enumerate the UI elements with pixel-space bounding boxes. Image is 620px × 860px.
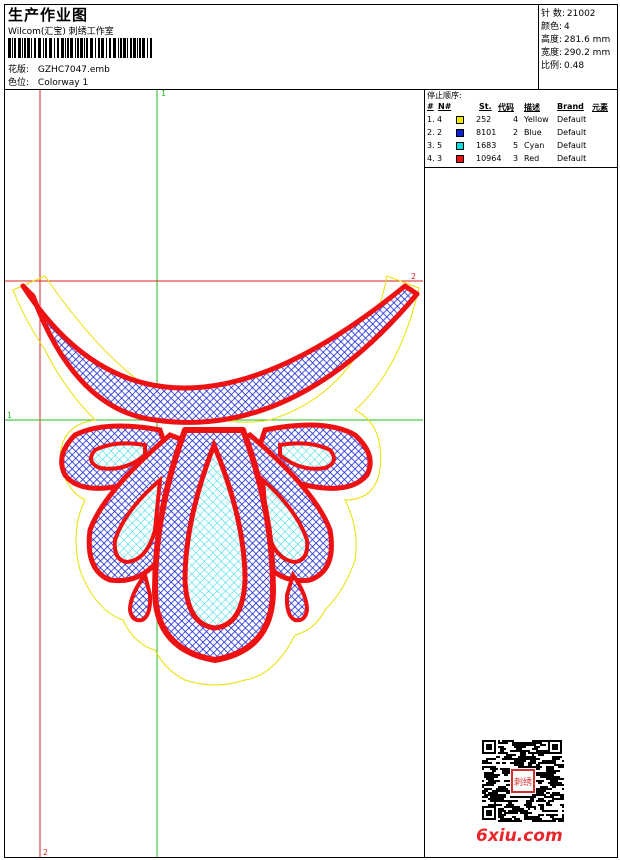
table-row: 3. 5 1683 5 Cyan Default: [427, 141, 615, 153]
stop-sequence-title: 停止顺序:: [427, 91, 462, 100]
color-swatch: [456, 142, 464, 150]
colorway-line: 色位: Colorway 1: [8, 75, 88, 88]
cell-code: 3: [513, 154, 519, 163]
cell-st: 252: [476, 115, 492, 124]
cell-n: 2: [437, 128, 443, 137]
studio-name: Wilcom(汇宝) 刺绣工作室: [8, 27, 114, 37]
table-row: 2. 2 8101 2 Blue Default: [427, 128, 615, 140]
col-desc: 描述: [524, 103, 540, 112]
cell-desc: Yellow: [524, 115, 549, 124]
color-swatch: [456, 116, 464, 124]
colorway-label: 色位:: [8, 78, 30, 88]
table-row: 4. 3 10964 3 Red Default: [427, 154, 615, 166]
stat-scale: 比例: 0.48: [541, 61, 585, 71]
color-swatch: [456, 155, 464, 163]
colorway-value: Colorway 1: [37, 78, 89, 88]
cell-st: 8101: [476, 128, 497, 137]
stat-colors: 颜色: 4: [541, 22, 570, 32]
col-brand: Brand: [557, 102, 584, 111]
col-element: 元素: [592, 103, 608, 112]
stat-width: 宽度: 290.2 mm: [541, 48, 611, 58]
cell-st: 1683: [476, 141, 497, 150]
cell-brand: Default: [557, 115, 587, 124]
design-value: GZHC7047.emb: [37, 65, 110, 75]
cell-num: 2.: [427, 128, 435, 137]
guide-label-v-green: 1: [161, 90, 166, 98]
table-row: 1. 4 252 4 Yellow Default: [427, 115, 615, 127]
cell-brand: Default: [557, 154, 587, 163]
guide-label-h-red: 2: [411, 272, 416, 281]
qr-code-icon: 刺绣: [482, 740, 564, 822]
watermark-logo: 6xiu.com: [476, 826, 563, 846]
qr-seal-text: 刺绣: [514, 776, 532, 788]
cell-num: 3.: [427, 141, 435, 150]
cell-n: 4: [437, 115, 443, 124]
cell-brand: Default: [557, 128, 587, 137]
stat-stitches: 针 数: 21002: [541, 9, 596, 19]
cell-desc: Cyan: [524, 141, 545, 150]
cell-desc: Blue: [524, 128, 542, 137]
design-line: 花版: GZHC7047.emb: [8, 62, 110, 75]
cell-code: 2: [513, 128, 519, 137]
col-code: 代码: [498, 103, 514, 112]
stat-height: 高度: 281.6 mm: [541, 35, 611, 45]
cell-num: 4.: [427, 154, 435, 163]
page-title: 生产作业图: [8, 6, 89, 24]
design-label: 花版:: [8, 65, 30, 75]
neck-band: [20, 283, 420, 425]
cell-n: 3: [437, 154, 443, 163]
col-hash: #: [427, 102, 434, 111]
left-drop: [127, 570, 153, 623]
cell-code: 5: [513, 141, 519, 150]
col-st: St.: [479, 102, 492, 111]
cell-desc: Red: [524, 154, 540, 163]
col-n: N#: [438, 102, 452, 111]
cell-n: 5: [437, 141, 443, 150]
cell-num: 1.: [427, 115, 435, 124]
cell-code: 4: [513, 115, 519, 124]
cell-brand: Default: [557, 141, 587, 150]
cell-st: 10964: [476, 154, 502, 163]
color-swatch: [456, 129, 464, 137]
guide-label-h-green: 1: [7, 411, 12, 420]
guide-label-v-red: 2: [43, 848, 48, 857]
barcode-icon: [8, 38, 152, 58]
embroidery-design-canvas: 1 1 2 2: [5, 90, 423, 857]
